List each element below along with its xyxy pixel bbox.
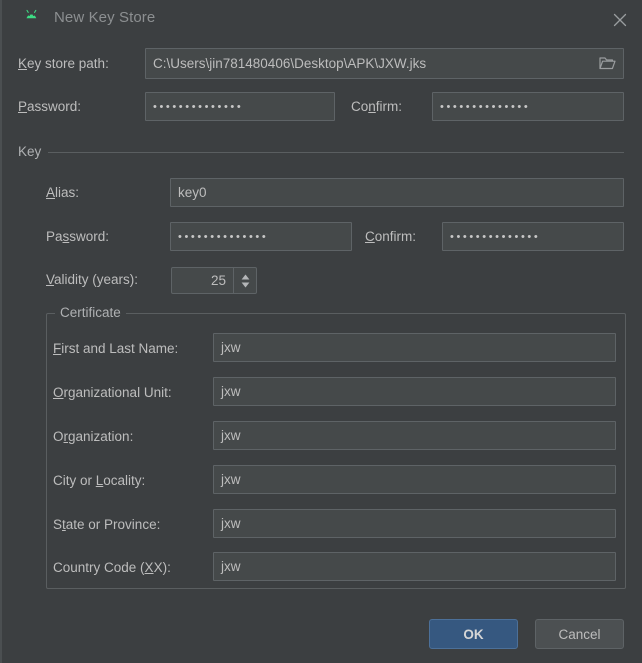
stepper-buttons: [233, 268, 256, 293]
certificate-groupbox-title: Certificate: [55, 305, 126, 320]
certificate-organizational-unit-label: Organizational Unit:: [53, 385, 172, 401]
certificate-country-code-input[interactable]: jxw: [213, 552, 616, 581]
validity-years-value: 25: [172, 268, 233, 293]
validity-years-stepper[interactable]: 25: [171, 267, 257, 294]
certificate-organization-input[interactable]: jxw: [213, 421, 616, 450]
key-alias-input[interactable]: key0: [170, 178, 624, 207]
cancel-button[interactable]: Cancel: [535, 619, 624, 649]
android-robot-icon: [26, 9, 46, 27]
certificate-first-last-name-input[interactable]: jxw: [213, 333, 616, 362]
certificate-city-locality-label: City or Locality:: [53, 473, 145, 489]
key-store-confirm-label: Confirm:: [351, 99, 402, 115]
chevron-down-icon[interactable]: [241, 282, 250, 288]
key-store-path-input[interactable]: C:\Users\jin781480406\Desktop\APK\JXW.jk…: [145, 48, 624, 79]
key-validity-label: Validity (years):: [46, 272, 138, 288]
key-confirm-input[interactable]: ••••••••••••••: [442, 222, 624, 251]
certificate-organization-label: Organization:: [53, 429, 133, 445]
window-title: New Key Store: [54, 9, 155, 26]
certificate-first-last-name-label: First and Last Name:: [53, 341, 178, 357]
new-key-store-dialog: New Key Store Key store path: C:\Users\j…: [0, 0, 642, 663]
certificate-state-province-input[interactable]: jxw: [213, 509, 616, 538]
certificate-city-locality-input[interactable]: jxw: [213, 465, 616, 494]
key-alias-label: Alias:: [46, 185, 79, 201]
key-password-label: Password:: [46, 229, 109, 245]
key-store-password-input[interactable]: ••••••••••••••: [145, 92, 335, 121]
chevron-up-icon[interactable]: [241, 274, 250, 280]
certificate-country-code-label: Country Code (XX):: [53, 560, 171, 576]
key-store-path-label: Key store path:: [18, 56, 109, 72]
folder-icon[interactable]: [599, 56, 616, 70]
key-confirm-label: Confirm:: [365, 229, 416, 245]
key-store-path-row: C:\Users\jin781480406\Desktop\APK\JXW.jk…: [145, 48, 624, 79]
key-store-password-label: Password:: [18, 99, 81, 115]
key-section-divider: [18, 152, 624, 153]
close-icon[interactable]: [608, 8, 632, 32]
certificate-state-province-label: State or Province:: [53, 517, 160, 533]
key-store-confirm-input[interactable]: ••••••••••••••: [432, 92, 624, 121]
title-bar: New Key Store: [2, 0, 642, 38]
key-section-title: Key: [18, 144, 48, 159]
key-password-input[interactable]: ••••••••••••••: [170, 222, 352, 251]
certificate-organizational-unit-input[interactable]: jxw: [213, 377, 616, 406]
ok-button[interactable]: OK: [429, 619, 518, 649]
